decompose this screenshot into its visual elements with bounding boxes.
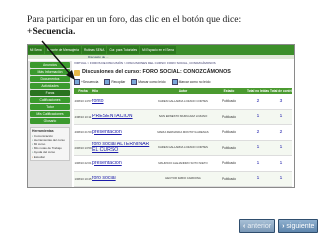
unread-count[interactable]: 1 [246,114,270,119]
thread-link[interactable]: foro social [92,176,154,182]
table-row: 1/08/10 22:01 presentacion MAURICIO ALEJ… [74,156,292,172]
previous-button[interactable]: ‹ anterior [239,219,276,233]
mark-unread-button[interactable]: Marcar como no leído [171,79,211,85]
thread-author: MARÍA FERNANDA MONTOYA ARENAS [157,130,209,134]
unread-count[interactable]: 1 [246,161,270,166]
slide-nav: ‹ anterior › siguiente [239,219,319,233]
thread-date: 4/08/10 10:11 [74,114,92,119]
page-title: Discusiones del curso: FORO SOCIAL: CONO… [74,69,292,76]
thread-date: 4/08/10 21:50 [74,130,92,135]
sidebar-item-mis-calificaciones[interactable]: Mis Calificaciones [30,111,70,117]
unread-count[interactable]: 2 [246,130,270,135]
thread-author: IVAN ERNESTO MURGUIAZ LOZANO [158,115,208,119]
total-count[interactable]: 1 [270,145,292,150]
thread-date: 4/08/10 14:57 [74,99,92,104]
action-bar: +Secuencia Recopilar Marcar como leído M… [74,79,292,85]
sidebar-item-glosario[interactable]: Glosario [30,118,70,124]
unread-count[interactable]: 1 [246,145,270,150]
thread-author: HECTOR FABIO CARDONA [165,177,201,181]
chevron-left-icon: ‹ [243,222,246,230]
thread-date: 2/08/10 13:59 [74,145,92,150]
thread-status: Publicado [222,145,236,150]
unread-count[interactable]: 1 [246,176,270,181]
thread-link[interactable]: forito [92,99,154,105]
thread-status: Publicado [222,114,236,119]
tools-panel: Herramientas Comunicación Herramientas d… [30,127,70,161]
forum-title-text: Discusiones del curso: FORO SOCIAL: CONO… [82,69,231,75]
thread-author: KAREN GALLARDA LOZANO CORTÉS [158,146,208,150]
thread-status: Publicado [222,176,236,181]
next-button[interactable]: › siguiente [278,219,319,233]
forum-main: VIRTUAL > FOROS DE DISCUSIÓN > DISCUSION… [74,61,292,187]
breadcrumb: VIRTUAL > FOROS DE DISCUSIÓN > DISCUSION… [74,61,216,65]
col-header[interactable]: Fecha [74,88,92,94]
col-header[interactable]: Estado [212,88,246,94]
thread-date: 1/08/10 10:45 [74,176,92,181]
collect-button[interactable]: Recopilar [104,79,125,85]
thread-link[interactable]: foro social ALTERNINAR EL CURSO [92,142,154,153]
chevron-right-icon: › [282,222,285,230]
thread-link[interactable]: presentacion [92,130,154,136]
tools-item[interactable]: Estudiar [32,155,68,159]
thread-link[interactable]: presentacion [92,161,154,167]
table-row: 1/08/10 10:45 foro social HECTOR FABIO C… [74,171,292,187]
table-row: 4/08/10 14:57 forito KAREN GALLARDA LOZA… [74,94,292,110]
thread-status: Publicado [222,130,236,135]
thread-status: Publicado [222,161,236,166]
topnav-tab[interactable]: Rutinas SENA [81,46,107,54]
mark-read-label: Marcar como leído [138,79,166,84]
collect-icon [104,79,111,85]
mark-read-button[interactable]: Marcar como leído [131,79,166,85]
instruction-caption: Para participar en un foro, das clic en … [27,14,317,38]
total-count[interactable]: 1 [270,161,292,166]
caption-line-1: Para participar en un foro, das clic en … [27,14,242,25]
topnav-tab[interactable]: Mi Espacio en el Sena [140,46,176,54]
mark-read-icon [131,79,138,85]
mark-unread-label: Marcar como no leído [178,79,211,84]
thread-author: KAREN GALLARDA LOZANO CORTÉS [158,99,208,103]
caption-line-2: +Secuencia. [27,26,76,37]
sidebar-item-actividades[interactable]: Actividades [30,83,70,89]
mark-unread-icon [171,79,178,85]
col-header[interactable]: Hilo [92,88,154,94]
table-row: 4/08/10 21:50 presentacion MARÍA FERNAND… [74,125,292,141]
table-row: 2/08/10 13:59 foro social ALTERNINAR EL … [74,140,292,156]
total-count[interactable]: 2 [270,130,292,135]
previous-label: anterior [247,222,272,230]
topnav-tab[interactable]: Cur. para Tutoriales [107,46,140,54]
total-count[interactable]: 1 [270,114,292,119]
new-thread-label: +Secuencia [81,79,99,84]
col-header[interactable]: Autor [154,88,212,94]
thread-status: Publicado [222,99,236,104]
thread-date: 1/08/10 22:01 [74,161,92,166]
col-header[interactable]: Total de contribuciones [270,88,292,94]
unread-count[interactable]: 2 [246,99,270,104]
sidebar-item-tutor[interactable]: Tutor [30,104,70,110]
thread-link[interactable]: PRESENTACION [92,114,154,120]
collect-label: Recopilar [111,79,126,84]
col-header[interactable]: Total no leídas [246,88,270,94]
table-header: Fecha Hilo Autor Estado Total no leídas … [74,88,292,94]
next-label: siguiente [286,222,315,230]
total-count[interactable]: 1 [270,176,292,181]
total-count[interactable]: 3 [270,99,292,104]
table-row: 4/08/10 10:11 PRESENTACION IVAN ERNESTO … [74,109,292,125]
threads-table: 4/08/10 14:57 forito KAREN GALLARDA LOZA… [74,94,292,187]
subbar-title: Discusión de ... [88,55,109,59]
pointer-arrow-icon [41,40,75,80]
sidebar-item-foros[interactable]: Foros [30,90,70,96]
thread-author: MAURICIO ALEJANDRO SOTO NIETO [158,161,208,165]
sidebar-item-calificaciones[interactable]: Calificaciones [30,97,70,103]
